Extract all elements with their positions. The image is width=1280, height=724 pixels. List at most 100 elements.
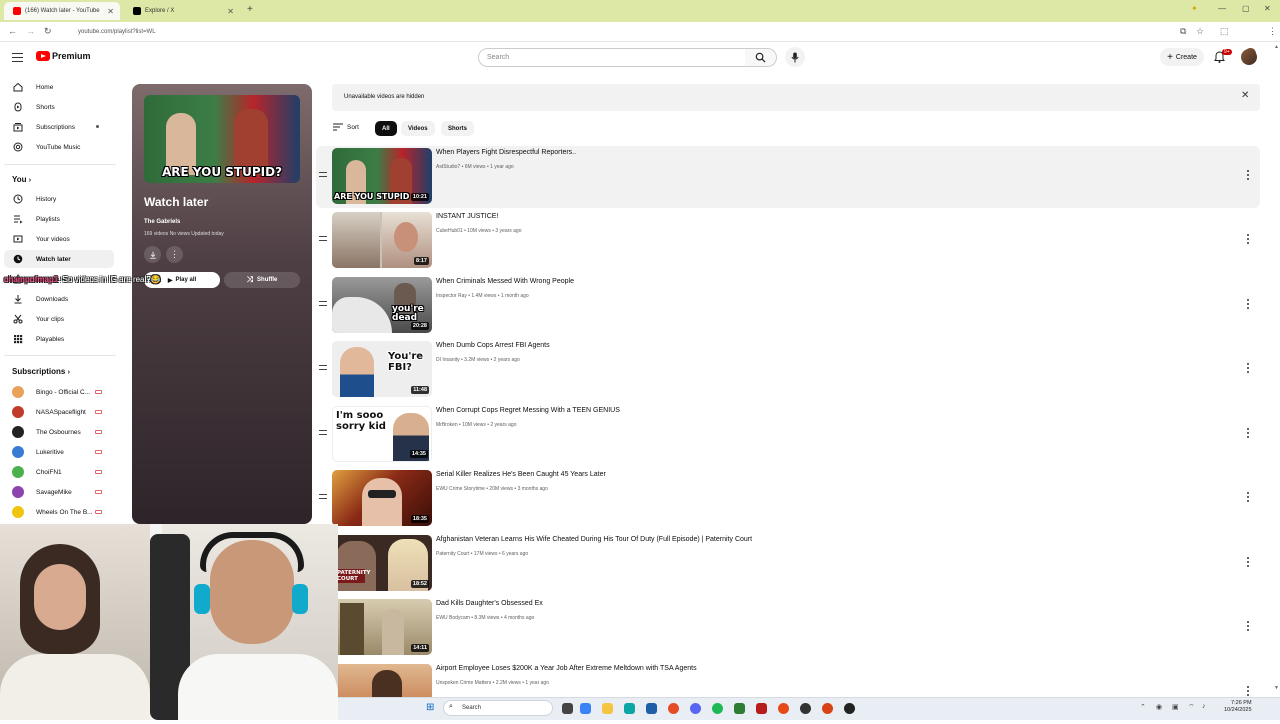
sidebar-item-your-videos[interactable]: Your videos: [4, 230, 114, 248]
shuffle-button[interactable]: ⤨ Shuffle: [224, 272, 300, 288]
playlist-video-row[interactable]: 18:35 Serial Killer Realizes He's Been C…: [316, 468, 1260, 530]
spotify-icon[interactable]: [712, 703, 723, 714]
playlist-thumbnail[interactable]: ARE YOU STUPID?: [144, 95, 300, 183]
app-icon[interactable]: [756, 703, 767, 714]
close-window-icon[interactable]: ✕: [1264, 4, 1271, 13]
bookmark-star-icon[interactable]: ☆: [1196, 26, 1204, 37]
scroll-up-icon[interactable]: ▲: [1274, 44, 1279, 50]
edge-icon[interactable]: [624, 703, 635, 714]
media-player-icon[interactable]: [844, 703, 855, 714]
wifi-icon[interactable]: ⌔: [1188, 703, 1195, 712]
playlist-video-row[interactable]: you're dead 20:28 When Criminals Messed …: [316, 275, 1260, 337]
tab-x[interactable]: Explore / X ✕: [124, 2, 240, 20]
video-thumbnail[interactable]: 8:17: [332, 212, 432, 268]
sidebar-subscription-item[interactable]: SavageMike: [4, 483, 114, 501]
file-explorer-icon[interactable]: [602, 703, 613, 714]
sidebar-item-subscriptions[interactable]: Subscriptions: [4, 118, 114, 136]
close-tab-icon[interactable]: ✕: [227, 7, 234, 16]
store-icon[interactable]: [646, 703, 657, 714]
install-icon[interactable]: ⧉: [1180, 26, 1186, 37]
video-title[interactable]: When Corrupt Cops Regret Messing With a …: [436, 407, 620, 414]
sidebar-subscription-item[interactable]: The Osbournes: [4, 423, 114, 441]
scroll-down-icon[interactable]: ▼: [1274, 685, 1279, 691]
video-title[interactable]: When Dumb Cops Arrest FBI Agents: [436, 342, 550, 349]
playlist-owner[interactable]: The Gabriels: [144, 219, 180, 225]
tray-icon[interactable]: ◉: [1156, 703, 1162, 711]
close-icon[interactable]: ✕: [1241, 90, 1249, 101]
more-vertical-icon[interactable]: [1246, 299, 1249, 309]
playlist-video-row[interactable]: ARE YOU STUPID 10:21 When Players Fight …: [316, 146, 1260, 208]
chrome-icon[interactable]: [668, 703, 679, 714]
more-vertical-icon[interactable]: [1246, 170, 1249, 180]
hamburger-menu-icon[interactable]: [12, 53, 23, 62]
sidebar-subscription-item[interactable]: Lukeritive: [4, 443, 114, 461]
playlist-video-row[interactable]: PATERNITY COURT 18:52 Afghanistan Vetera…: [316, 533, 1260, 595]
page-scrollbar[interactable]: ▲ ▼: [1273, 44, 1279, 694]
discord-icon[interactable]: [690, 703, 701, 714]
drag-handle-icon[interactable]: [319, 236, 327, 241]
system-tray-chevron-icon[interactable]: ⌃: [1140, 703, 1146, 711]
more-vertical-icon[interactable]: [1246, 363, 1249, 373]
sidebar-item-playlists[interactable]: Playlists: [4, 210, 114, 228]
taskbar-clock[interactable]: 7:26 PM 10/24/2025: [1224, 700, 1252, 714]
more-vertical-icon[interactable]: [1246, 234, 1249, 244]
video-thumbnail[interactable]: PATERNITY COURT 18:52: [332, 535, 432, 591]
video-thumbnail[interactable]: 18:35: [332, 470, 432, 526]
youtube-logo[interactable]: Premium: [36, 51, 91, 61]
close-tab-icon[interactable]: ✕: [107, 7, 114, 16]
video-title[interactable]: Afghanistan Veteran Learns His Wife Chea…: [436, 536, 752, 543]
sidebar-item-watch-later[interactable]: Watch later: [4, 250, 114, 268]
playlist-video-row[interactable]: I'm sooo sorry kid 14:35 When Corrupt Co…: [316, 404, 1260, 466]
new-tab-icon[interactable]: +: [247, 4, 253, 15]
more-vertical-icon[interactable]: [1246, 428, 1249, 438]
drag-handle-icon[interactable]: [319, 494, 327, 499]
more-vertical-icon[interactable]: [1246, 492, 1249, 502]
task-view-icon[interactable]: [562, 703, 573, 714]
copilot-icon[interactable]: [580, 703, 591, 714]
playlist-video-row[interactable]: 8:17 INSTANT JUSTICE! CubeHub01 • 10M vi…: [316, 210, 1260, 272]
drag-handle-icon[interactable]: [319, 172, 327, 177]
video-title[interactable]: Serial Killer Realizes He's Been Caught …: [436, 471, 606, 478]
playlist-video-row[interactable]: You're FBI? 11:48 When Dumb Cops Arrest …: [316, 339, 1260, 401]
drag-handle-icon[interactable]: [319, 365, 327, 370]
minimize-icon[interactable]: —: [1218, 4, 1226, 13]
more-vertical-icon[interactable]: [1246, 621, 1249, 631]
app-icon[interactable]: [822, 703, 833, 714]
chip-shorts[interactable]: Shorts: [441, 121, 475, 136]
search-button[interactable]: [745, 48, 777, 67]
sidebar-item-your-clips[interactable]: Your clips: [4, 310, 114, 328]
sidebar-item-history[interactable]: History: [4, 190, 114, 208]
video-thumbnail[interactable]: you're dead 20:28: [332, 277, 432, 333]
create-button[interactable]: + Create: [1160, 48, 1204, 66]
chrome-icon[interactable]: [778, 703, 789, 714]
volume-icon[interactable]: ♪: [1202, 703, 1206, 710]
url-field[interactable]: youtube.com/playlist?list=WL: [66, 25, 1166, 39]
taskbar-search[interactable]: Search: [443, 700, 553, 716]
sidebar-you-heading[interactable]: You ›: [12, 175, 31, 184]
drag-handle-icon[interactable]: [319, 430, 327, 435]
video-thumbnail[interactable]: ARE YOU STUPID 10:21: [332, 148, 432, 204]
video-title[interactable]: INSTANT JUSTICE!: [436, 213, 498, 220]
sort-button[interactable]: Sort: [333, 123, 359, 131]
obs-icon[interactable]: [800, 703, 811, 714]
sidebar-subscription-item[interactable]: NASASpaceflight: [4, 403, 114, 421]
sidebar-subscription-item[interactable]: ChoiFN1: [4, 463, 114, 481]
tab-youtube[interactable]: (166) Watch later - YouTube ✕: [4, 2, 120, 20]
playlist-video-row[interactable]: 14:11 Dad Kills Daughter's Obsessed Ex E…: [316, 597, 1260, 659]
back-icon[interactable]: ←: [8, 26, 17, 36]
video-thumbnail[interactable]: 14:11: [332, 599, 432, 655]
account-avatar[interactable]: [1241, 49, 1257, 65]
app-icon[interactable]: [734, 703, 745, 714]
sidebar-item-youtube-music[interactable]: YouTube Music: [4, 138, 114, 156]
forward-icon[interactable]: →: [26, 26, 35, 36]
video-title[interactable]: When Criminals Messed With Wrong People: [436, 278, 574, 285]
sidebar-item-shorts[interactable]: Shorts: [4, 98, 114, 116]
chip-all[interactable]: All: [375, 121, 397, 136]
video-thumbnail[interactable]: I'm sooo sorry kid 14:35: [332, 406, 432, 462]
windows-start-icon[interactable]: ⊞: [426, 702, 434, 713]
playlist-more-button[interactable]: ⋮: [166, 246, 183, 263]
search-input[interactable]: Search: [478, 48, 746, 67]
tray-icon[interactable]: ▣: [1172, 703, 1179, 711]
extension-icon[interactable]: ✦: [1191, 4, 1198, 13]
video-thumbnail[interactable]: You're FBI? 11:48: [332, 341, 432, 397]
